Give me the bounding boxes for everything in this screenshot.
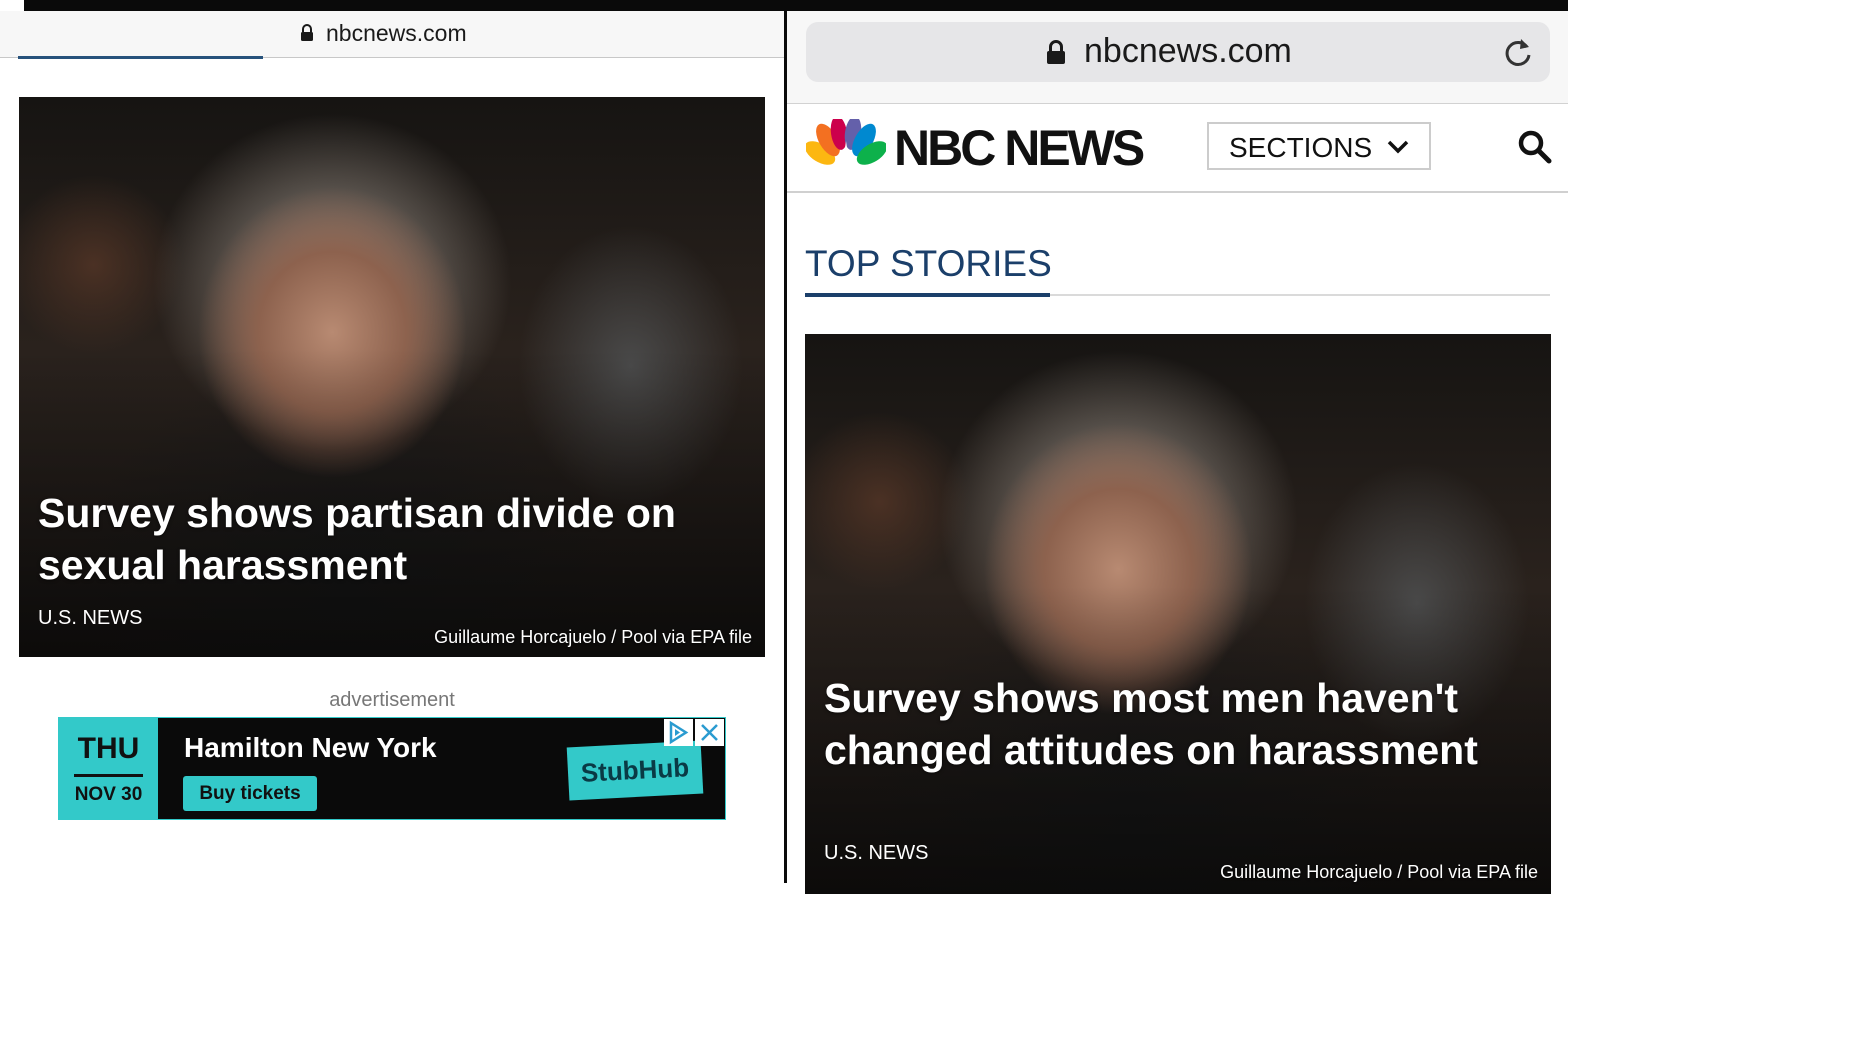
stubhub-logo[interactable]: StubHub — [566, 740, 704, 801]
ad-title[interactable]: Hamilton New York — [184, 732, 437, 764]
right-address-bar[interactable]: nbcnews.com — [806, 22, 1550, 82]
sections-dropdown-button[interactable]: SECTIONS — [1207, 122, 1431, 170]
top-stories-heading: TOP STORIES — [805, 243, 1052, 284]
buy-tickets-button[interactable]: Buy tickets — [183, 776, 317, 811]
stubhub-ad-banner[interactable]: THU NOV 30 Hamilton New York Buy tickets… — [58, 717, 726, 820]
site-header: NBC NEWS SECTIONS — [787, 105, 1568, 193]
hero-headline[interactable]: Survey shows partisan divide on sexual h… — [38, 487, 738, 591]
right-hero-story[interactable]: Survey shows most men haven't changed at… — [805, 334, 1551, 894]
nbc-peacock-icon[interactable] — [804, 116, 888, 174]
page-load-progress — [18, 56, 263, 59]
right-browser-chrome: nbcnews.com — [787, 11, 1568, 104]
sections-label: SECTIONS — [1229, 132, 1373, 163]
nbc-news-wordmark[interactable]: NBC NEWS — [894, 119, 1145, 177]
reload-icon[interactable] — [1502, 35, 1534, 74]
search-icon[interactable] — [1518, 130, 1552, 169]
right-browser-panel: nbcnews.com NBC NEWS SECTIONS TOP STORIE… — [787, 11, 1568, 894]
lock-icon — [1046, 40, 1066, 70]
left-address-bar[interactable]: nbcnews.com — [0, 11, 784, 58]
close-icon[interactable] — [695, 719, 724, 746]
hero-section-label[interactable]: U.S. NEWS — [824, 842, 928, 865]
hero-section-label[interactable]: U.S. NEWS — [38, 607, 142, 630]
left-hero-story[interactable]: Survey shows partisan divide on sexual h… — [19, 97, 765, 657]
top-black-bar — [24, 0, 1568, 11]
lock-icon — [300, 24, 314, 47]
ad-date-block: THU NOV 30 — [59, 718, 158, 819]
ad-date: NOV 30 — [74, 784, 143, 805]
adchoices-icon[interactable] — [664, 719, 693, 746]
photo-credit: Guillaume Horcajuelo / Pool via EPA file — [1220, 862, 1538, 882]
section-rule-accent — [805, 293, 1050, 297]
photo-credit: Guillaume Horcajuelo / Pool via EPA file — [434, 627, 752, 647]
advertisement-label: advertisement — [329, 689, 455, 711]
chevron-down-icon — [1387, 140, 1409, 159]
hero-headline[interactable]: Survey shows most men haven't changed at… — [824, 672, 1534, 776]
left-url-text: nbcnews.com — [326, 20, 467, 46]
left-browser-panel: nbcnews.com Survey shows partisan divide… — [0, 11, 784, 883]
ad-day: THU — [77, 732, 140, 765]
right-url-text: nbcnews.com — [1084, 32, 1292, 70]
